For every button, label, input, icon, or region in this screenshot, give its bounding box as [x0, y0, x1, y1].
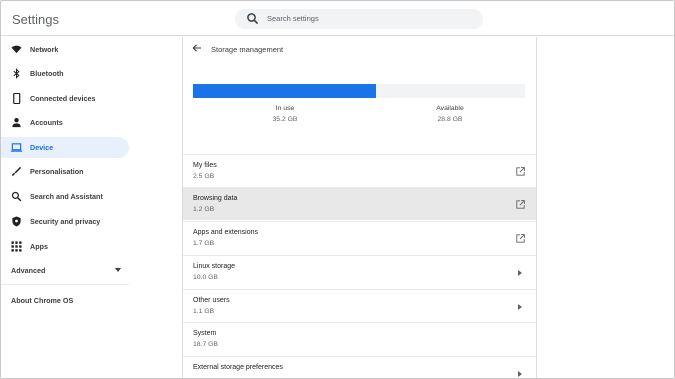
bluetooth-icon — [13, 68, 20, 79]
advanced-label: Advanced — [11, 266, 46, 275]
app-title: Settings — [12, 12, 59, 27]
row-external-storage-preferences[interactable]: External storage preferences — [183, 356, 536, 378]
sidebar-item-label: Accounts — [30, 118, 63, 127]
sidebar-item-network[interactable]: Network — [1, 39, 129, 60]
search-icon — [247, 13, 259, 25]
row-title: System — [193, 330, 217, 337]
sidebar-divider — [1, 284, 129, 285]
storage-usage-bar — [193, 84, 525, 98]
row-size: 1.7 GB — [193, 240, 215, 247]
row-my-files[interactable]: My files 2.5 GB — [183, 154, 536, 187]
sidebar-item-label: Security and privacy — [30, 217, 101, 226]
page-title: Storage management — [211, 45, 284, 54]
row-browsing-data[interactable]: Browsing data 1.2 GB — [183, 187, 536, 220]
row-apps-and-extensions[interactable]: Apps and extensions 1.7 GB — [183, 221, 536, 254]
sidebar-item-device[interactable]: Device — [1, 137, 129, 158]
person-icon — [12, 118, 21, 128]
row-title: Linux storage — [193, 263, 236, 270]
sidebar-item-bluetooth[interactable]: Bluetooth — [1, 63, 129, 84]
top-bar: Settings Search settings — [1, 1, 674, 36]
external-link-icon[interactable] — [516, 200, 525, 209]
row-title: Browsing data — [193, 195, 238, 202]
row-other-users[interactable]: Other users 1.1 GB — [183, 289, 536, 322]
phone-icon — [13, 93, 21, 104]
sidebar-item-label: Search and Assistant — [30, 192, 103, 201]
sidebar-item-label: Network — [30, 45, 59, 54]
available-label: Available — [436, 105, 464, 112]
row-linux-storage[interactable]: Linux storage 10.0 GB — [183, 255, 536, 288]
sidebar-item-about-chrome-os[interactable]: About Chrome OS — [11, 296, 73, 305]
sidebar-item-personalisation[interactable]: Personalisation — [1, 161, 129, 182]
shield-icon — [12, 216, 21, 227]
sidebar-item-accounts[interactable]: Accounts — [1, 112, 129, 133]
search-box[interactable]: Search settings — [235, 9, 483, 29]
in-use-value: 35.2 GB — [272, 116, 298, 123]
back-arrow-icon[interactable] — [192, 43, 202, 53]
sidebar-item-label: Device — [30, 143, 54, 152]
storage-usage-fill — [193, 84, 376, 98]
wifi-icon — [11, 45, 22, 54]
sidebar-item-security-and-privacy[interactable]: Security and privacy — [1, 211, 129, 232]
settings-window: Settings Search settings Network Bluetoo… — [0, 0, 675, 379]
panel-border-right — [536, 37, 537, 378]
sidebar-item-label: Personalisation — [30, 167, 84, 176]
chevron-right-icon — [518, 304, 522, 310]
chevron-right-icon — [518, 371, 522, 377]
apps-grid-icon — [11, 241, 22, 252]
laptop-icon — [11, 143, 22, 152]
sidebar-item-apps[interactable]: Apps — [1, 236, 129, 257]
row-size: 10.0 GB — [193, 274, 218, 281]
search-placeholder: Search settings — [267, 14, 319, 23]
row-size: 18.7 GB — [193, 341, 218, 348]
search-icon — [11, 191, 22, 202]
row-system: System 18.7 GB — [183, 322, 536, 355]
external-link-icon[interactable] — [516, 234, 525, 243]
row-title: Apps and extensions — [193, 229, 258, 236]
sidebar-item-connected-devices[interactable]: Connected devices — [1, 88, 129, 109]
sidebar-item-label: Bluetooth — [30, 69, 64, 78]
brush-icon — [11, 166, 22, 177]
row-size: 2.5 GB — [193, 173, 215, 180]
row-title: My files — [193, 162, 217, 169]
advanced-toggle[interactable]: Advanced — [1, 260, 129, 280]
chevron-right-icon — [518, 270, 522, 276]
in-use-label: In use — [275, 105, 295, 112]
row-size: 1.1 GB — [193, 308, 215, 315]
row-size: 1.2 GB — [193, 206, 215, 213]
sidebar: Network Bluetooth Connected devices Acco… — [1, 37, 136, 378]
sidebar-item-search-and-assistant[interactable]: Search and Assistant — [1, 186, 129, 207]
sidebar-item-label: Apps — [30, 242, 48, 251]
external-link-icon[interactable] — [516, 167, 525, 176]
row-title: Other users — [193, 297, 230, 304]
caret-down-icon — [115, 268, 121, 272]
row-title: External storage preferences — [193, 364, 283, 371]
sidebar-item-label: Connected devices — [30, 94, 96, 103]
available-value: 28.8 GB — [437, 116, 463, 123]
